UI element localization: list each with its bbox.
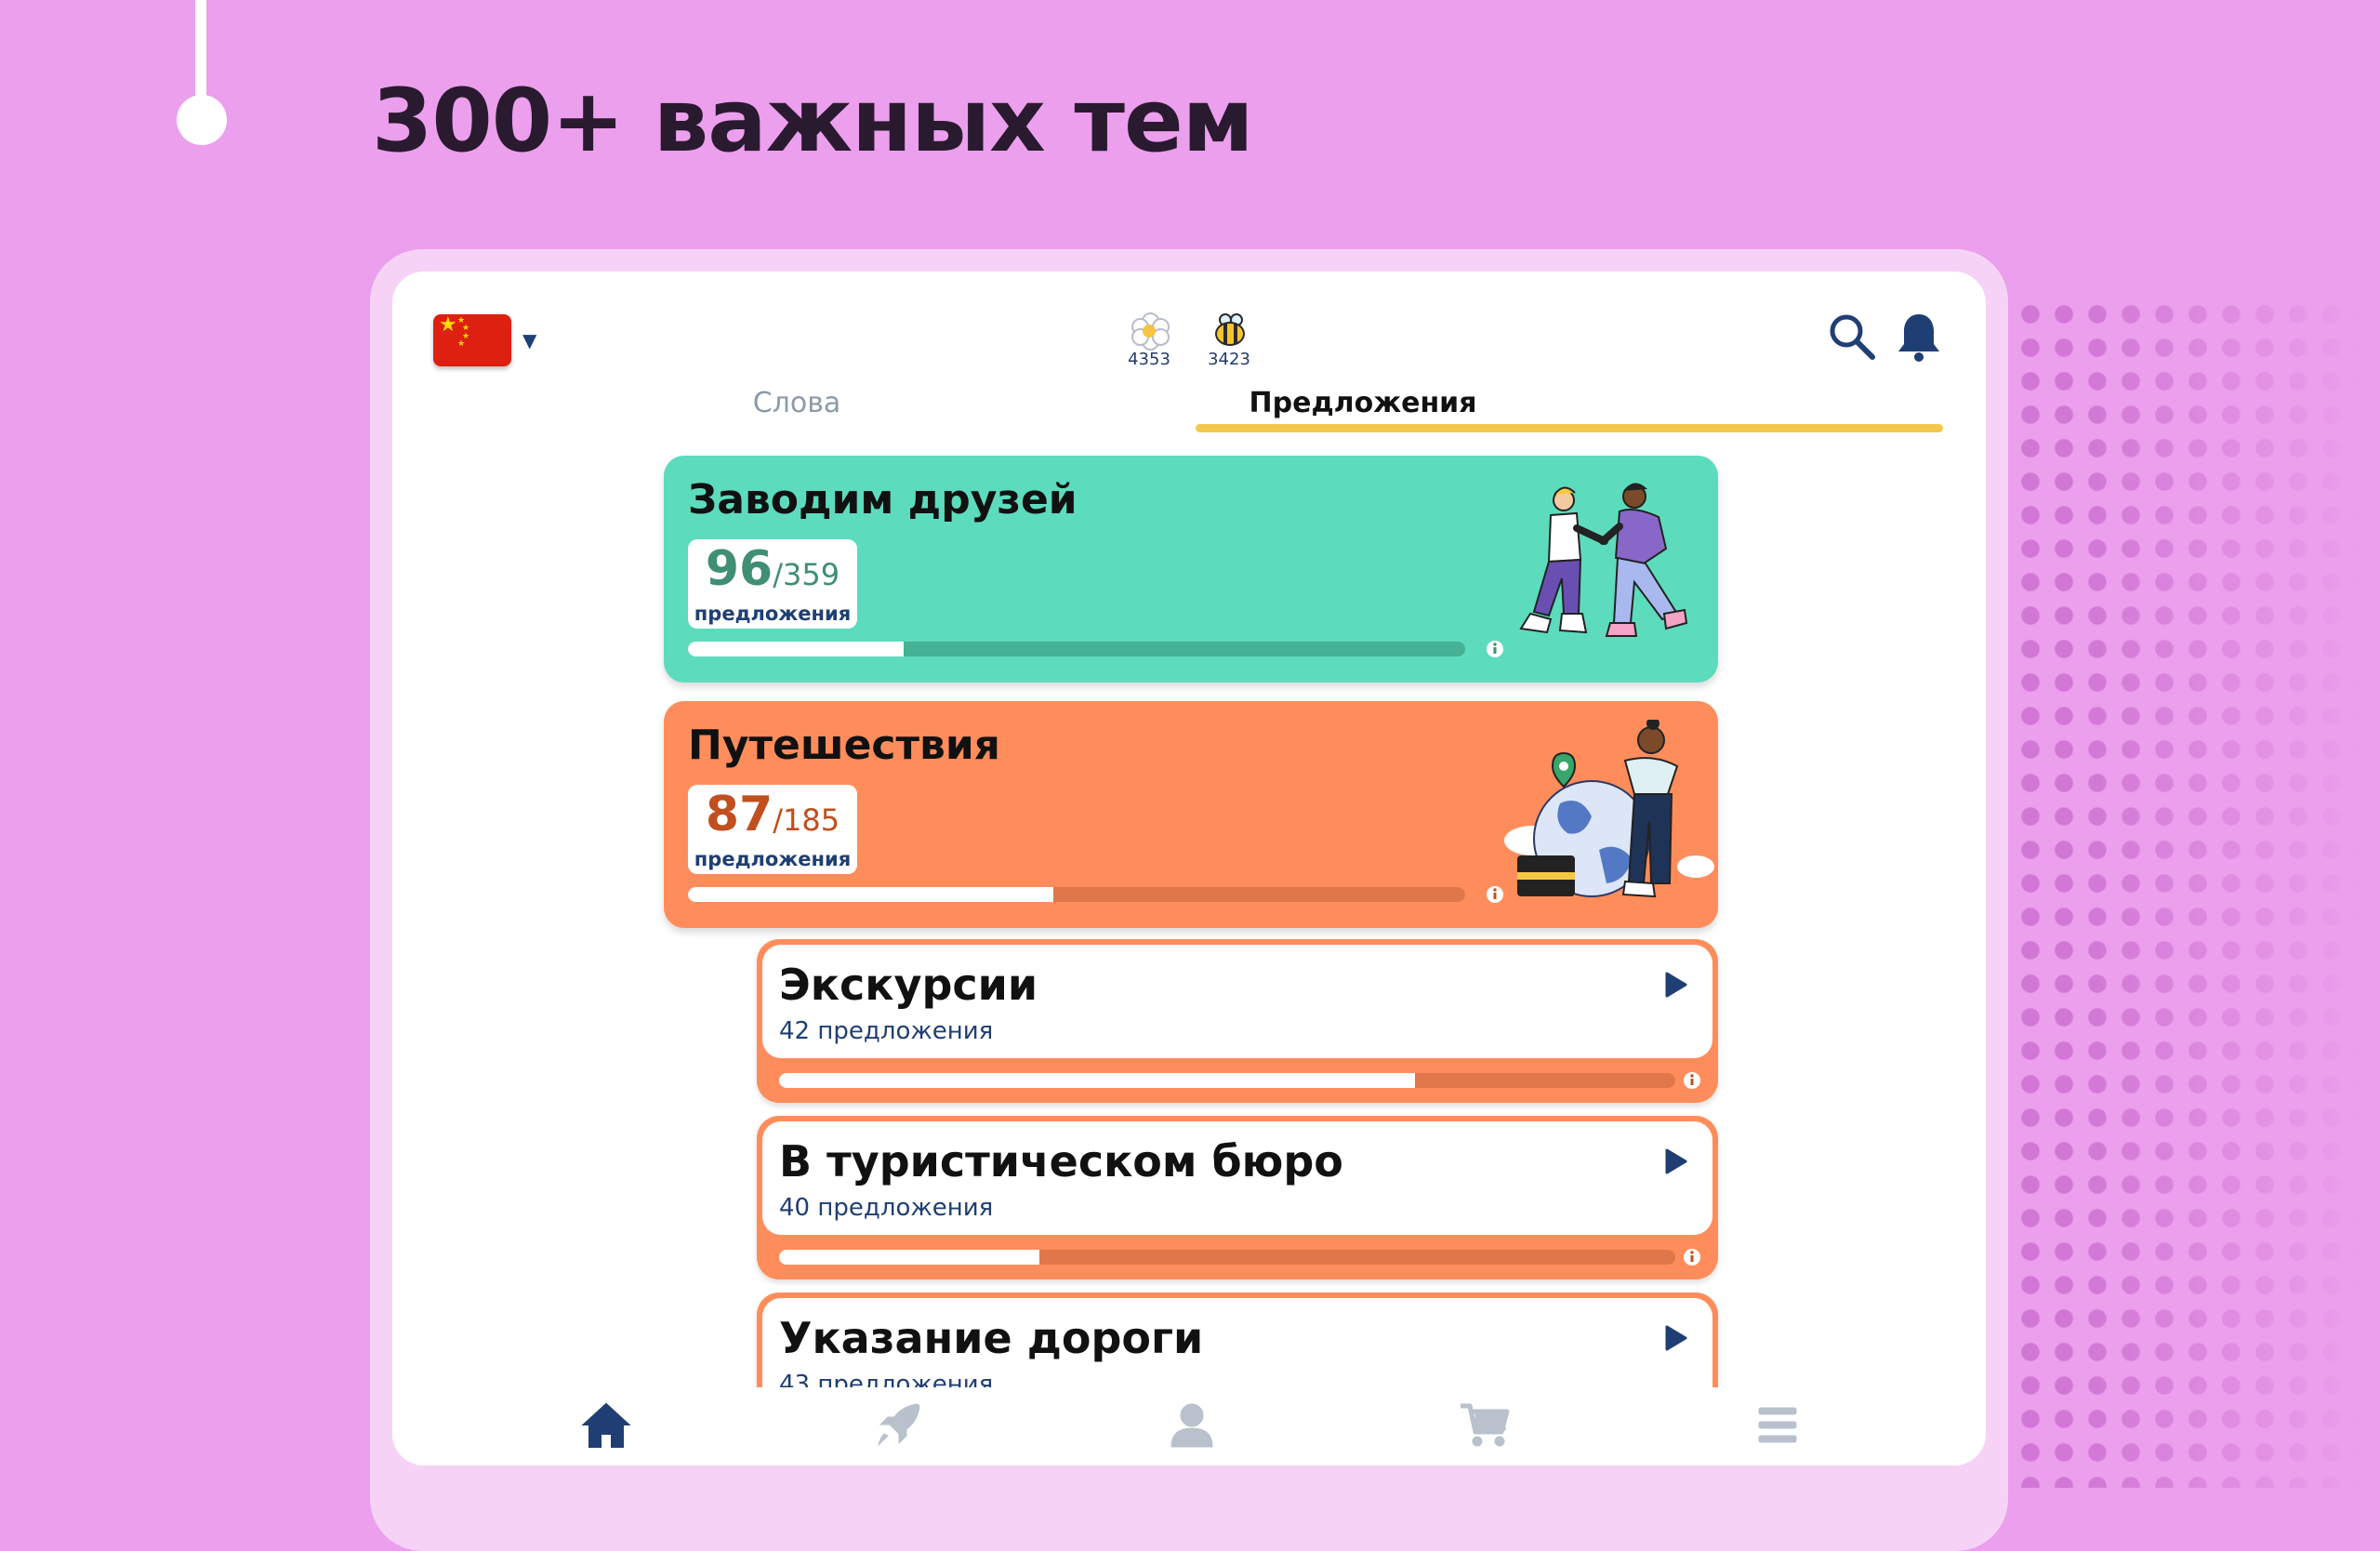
topic-counter: 96/359 предложения bbox=[688, 539, 857, 629]
cart-icon[interactable] bbox=[1457, 1397, 1513, 1452]
topic-title: Путешествия bbox=[688, 722, 1000, 769]
subtopic-progress-bar bbox=[779, 1250, 1675, 1265]
topic-progress-bar bbox=[688, 642, 1465, 656]
play-icon[interactable] bbox=[1664, 1324, 1688, 1352]
china-flag-icon[interactable]: ★ ★ ★ ★ ★ bbox=[433, 314, 511, 366]
topic-done-count: 87 bbox=[705, 787, 774, 842]
headline: 300+ важных тем bbox=[372, 71, 1254, 172]
timeline-dot bbox=[177, 95, 227, 145]
language-dropdown-icon[interactable]: ▼ bbox=[522, 329, 536, 351]
topic-card-friends[interactable]: Заводим друзей 96/359 предложения bbox=[664, 456, 1718, 683]
topic-unit-label: предложения bbox=[694, 848, 852, 870]
info-icon[interactable] bbox=[1683, 1248, 1701, 1266]
tab-words[interactable]: Слова bbox=[718, 387, 876, 419]
subtopic-content: В туристическом бюро 40 предложения bbox=[762, 1121, 1712, 1235]
friends-illustration bbox=[1519, 483, 1688, 637]
menu-icon[interactable] bbox=[1750, 1397, 1805, 1452]
subtopic-title: Указание дороги bbox=[779, 1313, 1204, 1363]
subtopic-title: В туристическом бюро bbox=[779, 1136, 1343, 1186]
bee-count: 3423 bbox=[1208, 350, 1250, 369]
flower-icon bbox=[1130, 312, 1170, 351]
profile-icon[interactable] bbox=[1164, 1397, 1220, 1452]
subtopic-title: Экскурсии bbox=[779, 960, 1038, 1010]
search-icon[interactable] bbox=[1826, 311, 1878, 363]
halftone-pattern bbox=[1980, 298, 2380, 1488]
topic-card-travel[interactable]: Путешествия 87/185 предложения bbox=[664, 701, 1718, 928]
flower-count: 4353 bbox=[1128, 350, 1170, 369]
subtopic-card-excursions[interactable]: Экскурсии 42 предложения bbox=[757, 939, 1718, 1103]
timeline-line bbox=[195, 0, 206, 102]
rocket-icon[interactable] bbox=[871, 1397, 927, 1452]
app-screen: ★ ★ ★ ★ ★ ▼ 4353 3423 Слова Предложения … bbox=[392, 272, 1986, 1465]
subtopic-count: 42 предложения bbox=[779, 1017, 994, 1045]
subtopic-content: Экскурсии 42 предложения bbox=[762, 945, 1712, 1058]
topic-progress-bar bbox=[688, 887, 1465, 902]
play-icon[interactable] bbox=[1664, 971, 1688, 999]
bee-stat: 3423 bbox=[1201, 312, 1257, 369]
bell-icon[interactable] bbox=[1893, 311, 1945, 363]
subtopic-count: 40 предложения bbox=[779, 1194, 994, 1222]
play-icon[interactable] bbox=[1664, 1147, 1688, 1175]
topic-total-count: /359 bbox=[773, 557, 840, 592]
flower-stat: 4353 bbox=[1121, 312, 1177, 369]
topic-done-count: 96 bbox=[705, 541, 774, 597]
topic-counter: 87/185 предложения bbox=[688, 785, 857, 874]
subtopic-progress-bar bbox=[779, 1073, 1675, 1088]
info-icon[interactable] bbox=[1683, 1071, 1701, 1090]
topic-unit-label: предложения bbox=[694, 603, 852, 625]
home-icon[interactable] bbox=[578, 1397, 634, 1452]
active-tab-indicator bbox=[1196, 424, 1943, 432]
bee-icon bbox=[1210, 312, 1249, 350]
topic-total-count: /185 bbox=[773, 802, 840, 838]
subtopic-card-tourist-bureau[interactable]: В туристическом бюро 40 предложения bbox=[757, 1116, 1718, 1279]
topic-title: Заводим друзей bbox=[688, 476, 1078, 524]
travel-illustration bbox=[1504, 720, 1714, 898]
tab-sentences[interactable]: Предложения bbox=[1196, 387, 1530, 419]
